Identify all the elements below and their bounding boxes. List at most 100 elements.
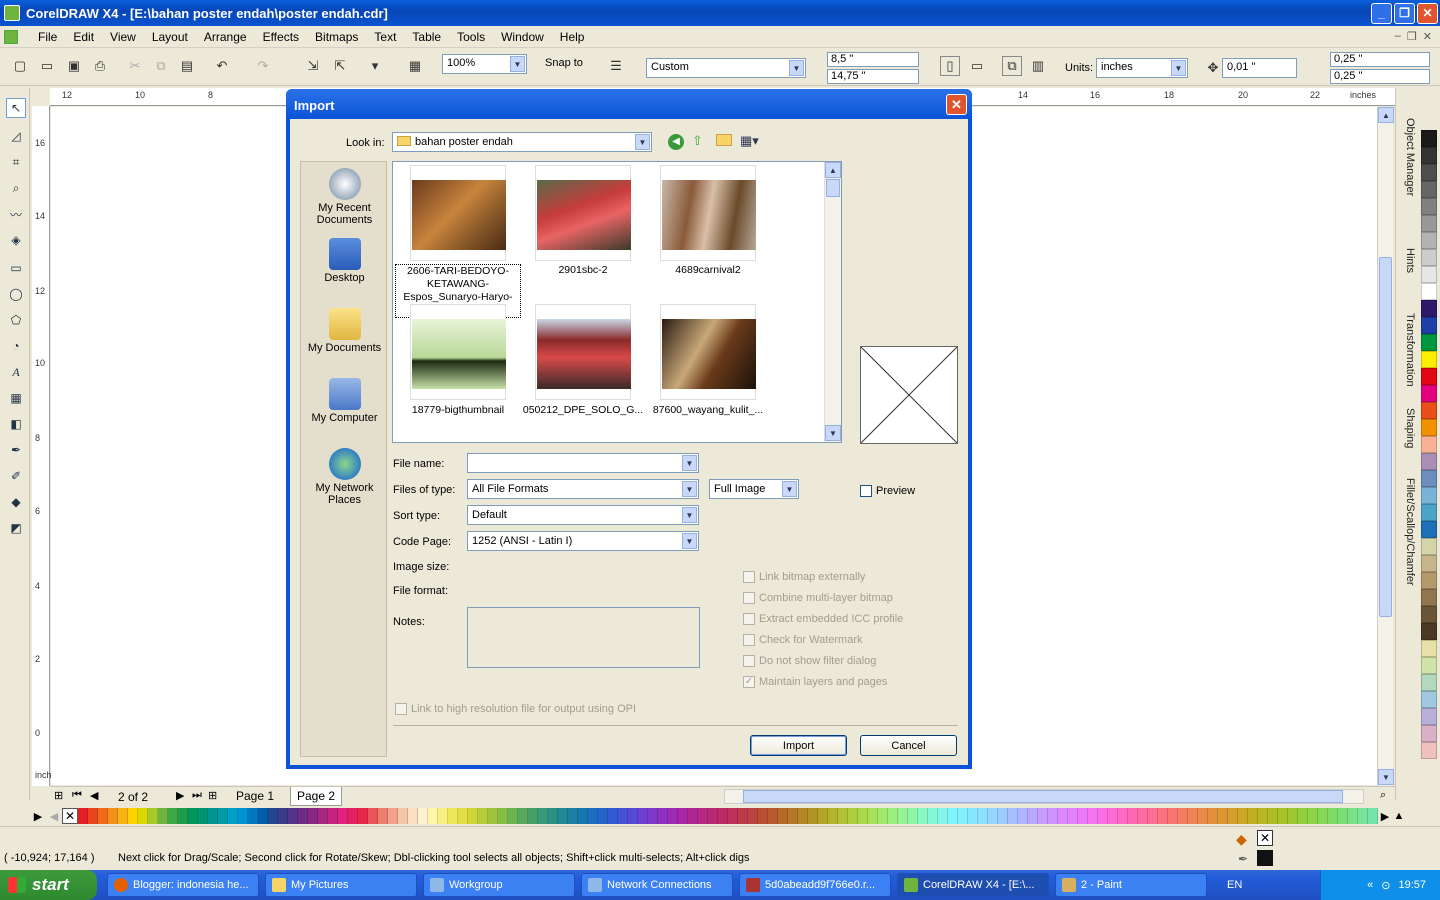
maintain-layers-checkbox[interactable]: ✓ Maintain layers and pages bbox=[743, 676, 887, 688]
docker-fillet[interactable]: Fillet/Scallop/Chamfer bbox=[1398, 478, 1416, 586]
no-filter-dialog-checkbox[interactable]: Do not show filter dialog bbox=[743, 655, 876, 667]
color-swatch[interactable] bbox=[1421, 521, 1437, 538]
color-swatch[interactable] bbox=[378, 808, 388, 824]
color-swatch[interactable] bbox=[1358, 808, 1368, 824]
color-swatch[interactable] bbox=[538, 808, 548, 824]
color-swatch[interactable] bbox=[808, 808, 818, 824]
menu-arrange[interactable]: Arrange bbox=[196, 30, 255, 44]
import-button[interactable]: Import bbox=[750, 735, 847, 756]
color-swatch[interactable] bbox=[328, 808, 338, 824]
color-swatch[interactable] bbox=[1328, 808, 1338, 824]
zoom-tool-icon[interactable]: ⌕ bbox=[6, 178, 26, 198]
color-swatch[interactable] bbox=[858, 808, 868, 824]
color-swatch[interactable] bbox=[188, 808, 198, 824]
application-launcher-icon[interactable]: ▾ bbox=[365, 56, 385, 76]
color-swatch[interactable] bbox=[958, 808, 968, 824]
chevron-down-icon[interactable]: ▼ bbox=[782, 481, 797, 497]
color-swatch[interactable] bbox=[1421, 402, 1437, 419]
color-swatch[interactable] bbox=[88, 808, 98, 824]
color-swatch[interactable] bbox=[1421, 368, 1437, 385]
menu-effects[interactable]: Effects bbox=[255, 30, 307, 44]
color-swatch[interactable] bbox=[1108, 808, 1118, 824]
color-swatch[interactable] bbox=[358, 808, 368, 824]
doc-close-icon[interactable]: ✕ bbox=[1423, 30, 1432, 43]
color-swatch[interactable] bbox=[778, 808, 788, 824]
color-swatch[interactable] bbox=[228, 808, 238, 824]
start-button[interactable]: start bbox=[0, 870, 97, 900]
checkbox-box[interactable] bbox=[743, 634, 755, 646]
menu-layout[interactable]: Layout bbox=[144, 30, 196, 44]
page-size-combo[interactable]: Custom ▼ bbox=[646, 58, 806, 78]
outline-color-swatch[interactable] bbox=[1257, 850, 1273, 866]
color-swatch[interactable] bbox=[438, 808, 448, 824]
smart-fill-tool-icon[interactable]: ◈ bbox=[6, 230, 26, 250]
color-swatch[interactable] bbox=[1421, 589, 1437, 606]
all-pages-icon[interactable]: ⧉ bbox=[1002, 56, 1022, 76]
table-tool-icon[interactable]: ▦ bbox=[6, 388, 26, 408]
chevron-down-icon[interactable]: ▼ bbox=[682, 507, 697, 523]
color-swatch[interactable] bbox=[628, 808, 638, 824]
nudge-distance-field[interactable]: 0,01 " bbox=[1222, 58, 1297, 78]
color-swatch[interactable] bbox=[278, 808, 288, 824]
import-icon[interactable]: ⇲ bbox=[303, 56, 323, 76]
color-swatch[interactable] bbox=[98, 808, 108, 824]
file-thumbnail[interactable] bbox=[410, 304, 506, 400]
color-swatch[interactable] bbox=[1118, 808, 1128, 824]
color-swatch[interactable] bbox=[1421, 487, 1437, 504]
color-swatch[interactable] bbox=[1421, 572, 1437, 589]
color-swatch[interactable] bbox=[508, 808, 518, 824]
color-swatch[interactable] bbox=[368, 808, 378, 824]
color-swatch[interactable] bbox=[1238, 808, 1248, 824]
color-swatch[interactable] bbox=[908, 808, 918, 824]
code-page-combo[interactable]: 1252 (ANSI - Latin I) ▼ bbox=[467, 531, 699, 551]
color-swatch[interactable] bbox=[718, 808, 728, 824]
color-swatch[interactable] bbox=[558, 808, 568, 824]
polygon-tool-icon[interactable]: ⬠ bbox=[6, 310, 26, 330]
color-swatch[interactable] bbox=[878, 808, 888, 824]
eyedropper-tool-icon[interactable]: ✒ bbox=[6, 440, 26, 460]
color-swatch[interactable] bbox=[1421, 555, 1437, 572]
next-page-icon[interactable]: ▶ bbox=[176, 789, 184, 802]
color-swatch[interactable] bbox=[268, 808, 278, 824]
color-swatch[interactable] bbox=[458, 808, 468, 824]
color-swatch[interactable] bbox=[308, 808, 318, 824]
color-swatch[interactable] bbox=[1421, 419, 1437, 436]
preview-checkbox[interactable]: Preview bbox=[860, 485, 915, 497]
cancel-button[interactable]: Cancel bbox=[860, 735, 957, 756]
paste-icon[interactable]: ▤ bbox=[177, 56, 197, 76]
color-swatch[interactable] bbox=[118, 808, 128, 824]
up-folder-icon[interactable]: ⇧ bbox=[692, 133, 703, 149]
vertical-scrollbar[interactable]: ▲ ▼ bbox=[1377, 107, 1394, 787]
file-name[interactable]: 87600_wayang_kulit_... bbox=[645, 404, 771, 417]
welcome-screen-icon[interactable]: ▦ bbox=[405, 56, 425, 76]
color-swatch[interactable] bbox=[568, 808, 578, 824]
docker-transformation[interactable]: Transformation bbox=[1398, 313, 1416, 387]
color-swatch[interactable] bbox=[678, 808, 688, 824]
color-swatch[interactable] bbox=[238, 808, 248, 824]
minimize-button[interactable]: _ bbox=[1371, 2, 1392, 24]
color-swatch[interactable] bbox=[978, 808, 988, 824]
color-swatch[interactable] bbox=[1058, 808, 1068, 824]
scroll-up-icon[interactable]: ▲ bbox=[1378, 107, 1394, 123]
color-swatch[interactable] bbox=[1268, 808, 1278, 824]
save-icon[interactable]: ▣ bbox=[64, 56, 84, 76]
color-swatch[interactable] bbox=[598, 808, 608, 824]
landscape-icon[interactable]: ▭ bbox=[967, 56, 987, 76]
color-swatch[interactable] bbox=[348, 808, 358, 824]
color-swatch[interactable] bbox=[838, 808, 848, 824]
interactive-fill-tool-icon[interactable]: ◩ bbox=[6, 518, 26, 538]
color-swatch[interactable] bbox=[1338, 808, 1348, 824]
scroll-thumb[interactable] bbox=[1379, 257, 1392, 617]
language-indicator[interactable]: EN bbox=[1227, 879, 1242, 891]
docker-object-manager[interactable]: Object Manager bbox=[1398, 118, 1416, 196]
color-swatch[interactable] bbox=[138, 808, 148, 824]
scroll-down-icon[interactable]: ▼ bbox=[1378, 769, 1394, 785]
fill-tool-icon[interactable]: ◆ bbox=[6, 492, 26, 512]
color-swatch[interactable] bbox=[748, 808, 758, 824]
first-page-icon[interactable]: ⏮ bbox=[72, 789, 82, 802]
color-swatch[interactable] bbox=[1208, 808, 1218, 824]
scroll-thumb[interactable] bbox=[826, 179, 840, 197]
menu-edit[interactable]: Edit bbox=[65, 30, 102, 44]
color-swatch[interactable] bbox=[148, 808, 158, 824]
color-swatch[interactable] bbox=[998, 808, 1008, 824]
